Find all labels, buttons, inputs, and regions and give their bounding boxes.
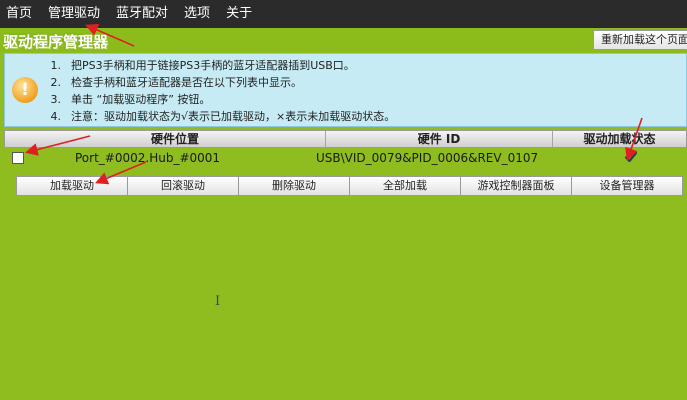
menu-home[interactable]: 首页 bbox=[0, 0, 42, 28]
table-row[interactable]: Port_#0002.Hub_#0001 USB\VID_0079&PID_00… bbox=[4, 148, 687, 168]
instruction-item: 1. 把PS3手柄和用于链接PS3手柄的蓝牙适配器插到USB口。 bbox=[50, 59, 355, 72]
menu-bar: 首页 管理驱动 蓝牙配对 选项 关于 bbox=[0, 0, 687, 28]
device-manager-button[interactable]: 设备管理器 bbox=[571, 176, 683, 196]
delete-driver-button[interactable]: 删除驱动 bbox=[238, 176, 350, 196]
game-controller-panel-button[interactable]: 游戏控制器面板 bbox=[460, 176, 572, 196]
instruction-item: 2. 检查手柄和蓝牙适配器是否在以下列表中显示。 bbox=[50, 76, 303, 89]
column-header-location[interactable]: 硬件位置 bbox=[25, 131, 325, 147]
load-all-button[interactable]: 全部加载 bbox=[349, 176, 461, 196]
instruction-item: 3. 单击 “加载驱动程序” 按钮。 bbox=[50, 93, 211, 106]
hardware-id-cell: USB\VID_0079&PID_0006&REV_0107 bbox=[316, 151, 539, 165]
action-toolbar: 加载驱动 回滚驱动 删除驱动 全部加载 游戏控制器面板 设备管理器 bbox=[16, 176, 683, 196]
menu-manage-drivers[interactable]: 管理驱动 bbox=[42, 0, 110, 28]
rollback-driver-button[interactable]: 回滚驱动 bbox=[127, 176, 239, 196]
instruction-item: 4. 注意：驱动加载状态为√表示已加载驱动，×表示未加载驱动状态。 bbox=[50, 110, 396, 123]
device-table-header: 硬件位置 硬件 ID 驱动加载状态 bbox=[4, 130, 687, 148]
instructions-list: 1. 把PS3手柄和用于链接PS3手柄的蓝牙适配器插到USB口。 2. 检查手柄… bbox=[43, 57, 396, 125]
reload-page-button[interactable]: 重新加载这个页面 bbox=[593, 30, 687, 50]
hardware-location-cell: Port_#0002.Hub_#0001 bbox=[75, 151, 221, 165]
menu-bluetooth-pairing[interactable]: 蓝牙配对 bbox=[110, 0, 178, 28]
menu-options[interactable]: 选项 bbox=[178, 0, 220, 28]
driver-loaded-check-icon bbox=[625, 151, 637, 163]
title-bar: 驱动程序管理器 bbox=[0, 28, 687, 52]
column-header-driver-status[interactable]: 驱动加载状态 bbox=[553, 131, 686, 147]
row-checkbox[interactable] bbox=[12, 152, 24, 164]
instructions-panel: ! 1. 把PS3手柄和用于链接PS3手柄的蓝牙适配器插到USB口。 2. 检查… bbox=[4, 53, 687, 127]
load-driver-button[interactable]: 加载驱动 bbox=[16, 176, 128, 196]
menu-about[interactable]: 关于 bbox=[220, 0, 262, 28]
warning-icon: ! bbox=[12, 77, 38, 103]
column-header-hardware-id[interactable]: 硬件 ID bbox=[326, 131, 552, 147]
text-cursor-icon: I bbox=[215, 294, 221, 309]
page-title: 驱动程序管理器 bbox=[3, 33, 109, 51]
